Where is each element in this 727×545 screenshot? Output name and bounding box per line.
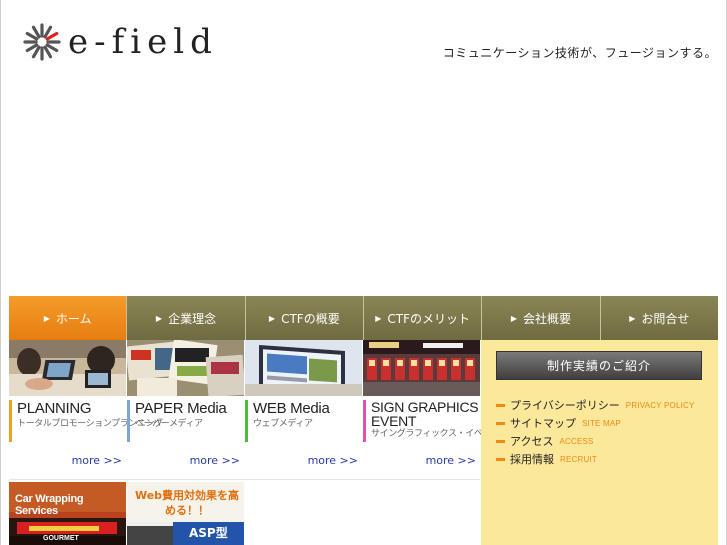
dash-icon [496, 439, 505, 443]
service-label: SIGN GRAPHICS EVENT サイングラフィックス・イベント [363, 399, 500, 442]
service-subtitle: ウェブメディア [253, 419, 313, 429]
service-label: PAPER Media ペーパーメディア [127, 400, 244, 442]
nav-item-label: CTFの概要 [281, 311, 340, 326]
logo[interactable]: e-field [22, 22, 218, 62]
logo-text: e-field [68, 22, 218, 62]
triangle-right-icon: ▶ [43, 313, 50, 323]
service-title: WEB Media [253, 400, 330, 417]
service-title: SIGN GRAPHICS EVENT [371, 399, 479, 429]
nav-item-label: ホーム [55, 311, 92, 326]
works-button[interactable]: 制作実績のご紹介 [496, 351, 702, 380]
nav-item-label: 会社概要 [523, 311, 572, 326]
more-link[interactable]: more >> [72, 454, 122, 467]
nav-item-ctf-overview[interactable]: ▶ CTFの概要 [245, 296, 364, 340]
nav-item-label: お問合せ [641, 311, 690, 326]
sign-graphics-photo[interactable] [363, 340, 480, 396]
main-nav: ▶ ホーム ▶ 企業理念 ▶ CTFの概要 ▶ CTFのメリット ▶ 会社概要 … [9, 296, 718, 340]
paper-media-photo[interactable] [127, 340, 244, 396]
nav-item-label: CTFのメリット [387, 311, 471, 326]
banner-title: Car Wrapping Services [15, 493, 84, 517]
banner-subtitle: GOURMET [43, 535, 79, 542]
more-link[interactable]: more >> [308, 454, 358, 467]
triangle-right-icon: ▶ [155, 313, 163, 323]
nav-item-contact[interactable]: ▶ お問合せ [600, 296, 718, 340]
link-label: 採用情報 [510, 453, 554, 466]
banner-car-wrapping[interactable]: Car Wrapping Services GOURMET [9, 482, 126, 545]
link-label: プライバシーポリシー [510, 399, 620, 412]
link-recruit[interactable]: 採用情報 RECRUIT [496, 450, 695, 468]
planning-photo[interactable] [9, 340, 126, 396]
service-label: PLANNING トータルプロモーションプランニング [9, 400, 163, 442]
side-links: プライバシーポリシー PRIVACY POLICY サイトマップ SITE MA… [496, 396, 695, 468]
service-title: PLANNING [17, 400, 92, 417]
link-label: アクセス [510, 435, 554, 448]
divider [9, 479, 480, 480]
link-label-en: ACCESS [559, 436, 594, 446]
logo-mark-icon [23, 23, 61, 61]
side-panel: 制作実績のご紹介 プライバシーポリシー PRIVACY POLICY サイトマッ… [481, 340, 718, 545]
services-area: PLANNING トータルプロモーションプランニング more >> PAPER… [9, 340, 500, 545]
banner-title: Web費用対効果を高める！！ [134, 489, 240, 517]
nav-item-company[interactable]: ▶ 会社概要 [482, 296, 601, 340]
nav-item-philosophy[interactable]: ▶ 企業理念 [127, 296, 246, 340]
link-label-en: PRIVACY POLICY [625, 400, 695, 410]
service-subtitle: サイングラフィックス・イベント [371, 429, 500, 439]
triangle-right-icon: ▶ [510, 313, 518, 323]
dash-icon [496, 403, 505, 407]
nav-item-home[interactable]: ▶ ホーム [9, 296, 128, 340]
service-label: WEB Media ウェブメディア [245, 400, 362, 442]
service-subtitle: トータルプロモーションプランニング [17, 419, 163, 429]
link-label: サイトマップ [510, 417, 576, 430]
service-card-paper: PAPER Media ペーパーメディア more >> [127, 340, 244, 479]
link-site-map[interactable]: サイトマップ SITE MAP [496, 414, 695, 432]
tagline: コミュニケーション技術が、フュージョンする。 [442, 46, 717, 60]
banner-subtitle: ASP型 [189, 526, 228, 540]
more-link[interactable]: more >> [190, 454, 240, 467]
web-media-photo[interactable] [245, 340, 362, 396]
service-title: PAPER Media [135, 400, 227, 417]
link-access[interactable]: アクセス ACCESS [496, 432, 695, 450]
triangle-right-icon: ▶ [268, 313, 276, 323]
service-card-sign: SIGN GRAPHICS EVENT サイングラフィックス・イベント more… [363, 340, 500, 479]
service-subtitle: ペーパーメディア [135, 419, 203, 429]
triangle-right-icon: ▶ [629, 313, 636, 323]
service-card-web: WEB Media ウェブメディア more >> [245, 340, 362, 479]
banner-web-roi[interactable]: Web費用対効果を高める！！ ASP型 [127, 482, 244, 545]
nav-item-ctf-merit[interactable]: ▶ CTFのメリット [363, 296, 483, 340]
dash-icon [496, 421, 505, 425]
dash-icon [496, 457, 505, 461]
link-label-en: SITE MAP [582, 418, 621, 428]
triangle-right-icon: ▶ [375, 313, 382, 323]
more-link[interactable]: more >> [426, 454, 476, 467]
link-privacy-policy[interactable]: プライバシーポリシー PRIVACY POLICY [496, 396, 695, 414]
link-label-en: RECRUIT [560, 454, 597, 464]
nav-item-label: 企業理念 [168, 311, 217, 326]
service-card-planning: PLANNING トータルプロモーションプランニング more >> [9, 340, 163, 479]
